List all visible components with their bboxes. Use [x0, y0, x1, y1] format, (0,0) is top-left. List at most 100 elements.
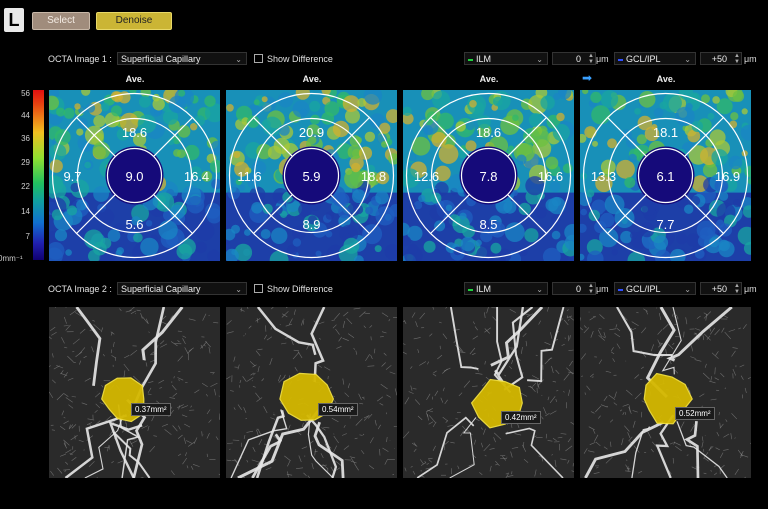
density-map-panel[interactable]: 20.9 11.6 5.9 18.8 8.9 — [226, 90, 397, 261]
spinner-icon[interactable]: ▲ ▼ — [588, 53, 594, 65]
density-value-right: 16.4 — [184, 169, 209, 184]
angiogram-svg — [403, 307, 574, 478]
octa-image-1-label: OCTA Image 1 : — [48, 54, 112, 64]
chevron-down-icon: ⌄ — [684, 55, 691, 64]
ilm-color-icon — [468, 58, 473, 61]
colorbar-tick: 7 — [25, 232, 30, 241]
upper-offset-stepper-1[interactable]: 0 ▲ ▼ — [552, 52, 596, 65]
density-value-top: 20.9 — [299, 125, 324, 140]
chevron-down-icon: ⌄ — [536, 55, 543, 64]
colorbar-tick: 22 — [21, 182, 30, 191]
density-map-svg: 18.6 9.7 9.0 16.4 5.6 — [49, 90, 220, 261]
density-map-panel[interactable]: 18.6 12.6 7.8 16.6 8.5 — [403, 90, 574, 261]
density-map-svg: 18.1 13.3 6.1 16.9 7.7 — [580, 90, 751, 261]
octa-image-2-label: OCTA Image 2 : — [48, 284, 112, 294]
colorbar-tick: 14 — [21, 207, 30, 216]
lower-offset-unit-2: μm — [744, 284, 757, 294]
upper-offset-value-2: 0 — [575, 284, 581, 294]
show-difference-checkbox-2[interactable] — [254, 284, 263, 293]
colorbar-tick: 0mm⁻¹ — [0, 254, 23, 263]
density-value-left: 11.6 — [237, 169, 261, 184]
angiogram-panel[interactable]: 0.52mm² — [580, 307, 751, 478]
upper-offset-value-1: 0 — [575, 54, 581, 64]
lower-layer-dropdown-1[interactable]: GCL/IPL ⌄ — [614, 52, 696, 65]
faz-area-label: 0.42mm² — [501, 411, 541, 424]
gcl-color-icon — [618, 58, 623, 61]
upper-layer-dropdown-2[interactable]: ILM ⌄ — [464, 282, 548, 295]
density-value-left: 13.3 — [591, 169, 616, 184]
slab-dropdown-2-value: Superficial Capillary — [121, 284, 201, 294]
select-button[interactable]: Select — [32, 12, 90, 30]
ave-label-3: Ave. — [479, 74, 499, 84]
faz-area-label: 0.37mm² — [131, 403, 171, 416]
density-map-svg: 18.6 12.6 7.8 16.6 8.5 — [403, 90, 574, 261]
faz-area-label: 0.54mm² — [318, 403, 358, 416]
ilm-color-icon — [468, 288, 473, 291]
chevron-down-icon: ⌄ — [235, 285, 242, 294]
density-value-center: 5.9 — [302, 169, 320, 184]
upper-layer-dropdown-1[interactable]: ILM ⌄ — [464, 52, 548, 65]
density-map-svg: 20.9 11.6 5.9 18.8 8.9 — [226, 90, 397, 261]
chevron-down-icon: ⌄ — [684, 285, 691, 294]
density-value-right: 18.8 — [361, 169, 386, 184]
eye-indicator: L — [4, 8, 24, 32]
density-value-center: 6.1 — [656, 169, 674, 184]
lower-layer-value-1: GCL/IPL — [626, 54, 661, 64]
colorbar-tick: 29 — [21, 158, 30, 167]
arrow-right-icon[interactable]: ➡ — [582, 71, 592, 85]
spinner-icon[interactable]: ▲ ▼ — [588, 283, 594, 295]
upper-offset-unit-1: μm — [596, 54, 609, 64]
colorbar-tick: 36 — [21, 134, 30, 143]
spinner-icon[interactable]: ▲ ▼ — [734, 283, 740, 295]
spinner-icon[interactable]: ▲ ▼ — [734, 53, 740, 65]
upper-offset-unit-2: μm — [596, 284, 609, 294]
density-value-left: 12.6 — [414, 169, 439, 184]
density-value-right: 16.6 — [538, 169, 563, 184]
show-difference-checkbox-1[interactable] — [254, 54, 263, 63]
colorbar-tick: 56 — [21, 89, 30, 98]
lower-offset-stepper-1[interactable]: +50 ▲ ▼ — [700, 52, 742, 65]
density-value-bottom: 7.7 — [656, 217, 674, 232]
angiogram-panel[interactable]: 0.42mm² — [403, 307, 574, 478]
density-value-bottom: 8.9 — [302, 217, 320, 232]
slab-dropdown-2[interactable]: Superficial Capillary ⌄ — [117, 282, 247, 295]
ave-label-2: Ave. — [302, 74, 322, 84]
lower-layer-dropdown-2[interactable]: GCL/IPL ⌄ — [614, 282, 696, 295]
density-map-panel[interactable]: 18.1 13.3 6.1 16.9 7.7 — [580, 90, 751, 261]
density-value-top: 18.6 — [476, 125, 501, 140]
density-value-bottom: 8.5 — [479, 217, 497, 232]
angiogram-panel[interactable]: 0.54mm² — [226, 307, 397, 478]
slab-dropdown-1[interactable]: Superficial Capillary ⌄ — [117, 52, 247, 65]
denoise-button[interactable]: Denoise — [96, 12, 172, 30]
show-difference-label-1: Show Difference — [267, 54, 333, 64]
chevron-down-icon: ⌄ — [235, 55, 242, 64]
ave-label-1: Ave. — [125, 74, 145, 84]
lower-offset-stepper-2[interactable]: +50 ▲ ▼ — [700, 282, 742, 295]
density-value-center: 7.8 — [479, 169, 497, 184]
density-value-center: 9.0 — [125, 169, 143, 184]
upper-layer-value-1: ILM — [476, 54, 492, 64]
lower-offset-value-2: +50 — [711, 284, 727, 294]
lower-layer-value-2: GCL/IPL — [626, 284, 661, 294]
colorbar-tick: 44 — [21, 111, 30, 120]
slab-dropdown-1-value: Superficial Capillary — [121, 54, 201, 64]
density-map-panel[interactable]: 18.6 9.7 9.0 16.4 5.6 — [49, 90, 220, 261]
gcl-color-icon — [618, 288, 623, 291]
angiogram-svg — [226, 307, 397, 478]
show-difference-label-2: Show Difference — [267, 284, 333, 294]
upper-offset-stepper-2[interactable]: 0 ▲ ▼ — [552, 282, 596, 295]
faz-area-label: 0.52mm² — [675, 407, 715, 420]
lower-offset-unit-1: μm — [744, 54, 757, 64]
lower-offset-value-1: +50 — [711, 54, 727, 64]
angiogram-svg — [49, 307, 220, 478]
angiogram-panel[interactable]: 0.37mm² — [49, 307, 220, 478]
upper-layer-value-2: ILM — [476, 284, 492, 294]
density-value-bottom: 5.6 — [125, 217, 143, 232]
density-value-left: 9.7 — [63, 169, 81, 184]
angiogram-svg — [580, 307, 751, 478]
density-value-top: 18.1 — [653, 125, 678, 140]
ave-label-4: Ave. — [656, 74, 676, 84]
density-value-top: 18.6 — [122, 125, 147, 140]
density-colorbar — [33, 90, 44, 260]
chevron-down-icon: ⌄ — [536, 285, 543, 294]
